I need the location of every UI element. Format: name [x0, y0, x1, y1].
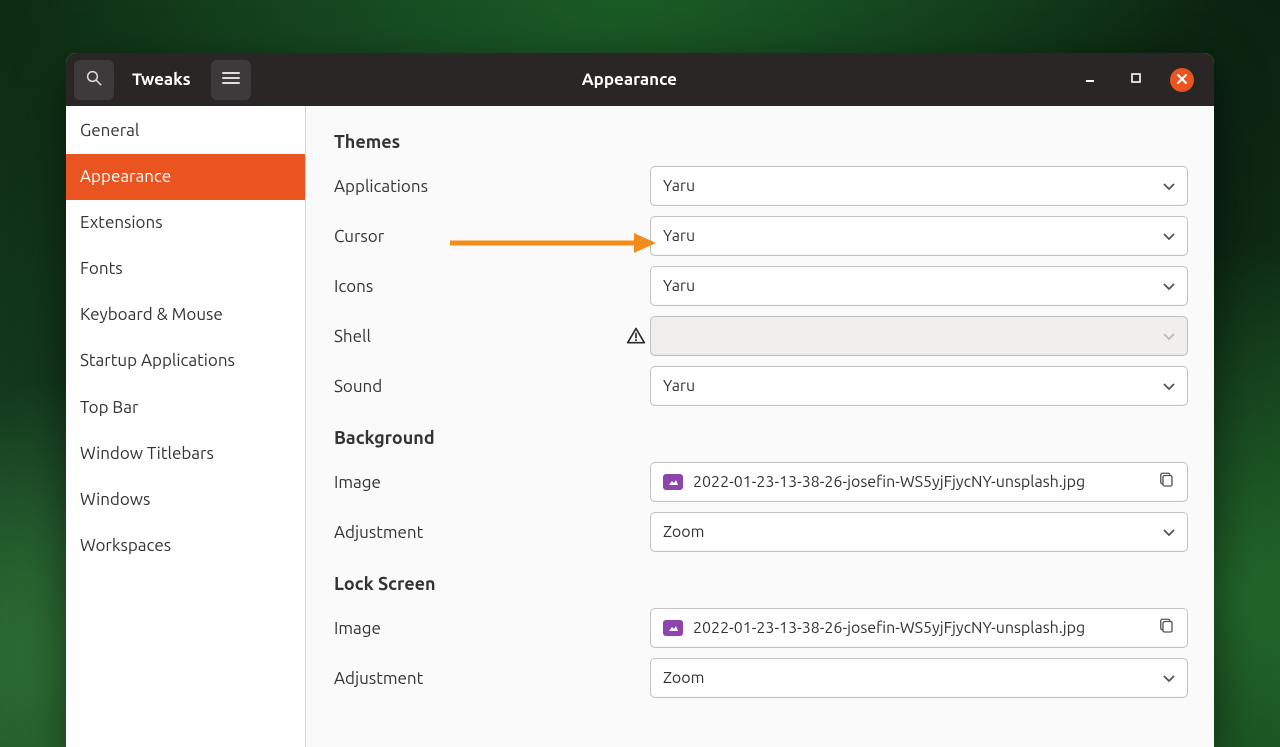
hamburger-icon [222, 71, 240, 89]
row-lock-image: Image 2022-01-23-13-38-26-josefin-WS5yjF… [334, 608, 1188, 648]
shell-label: Shell [334, 327, 650, 346]
sidebar-item-label: Appearance [80, 167, 171, 186]
sidebar-item-window-titlebars[interactable]: Window Titlebars [66, 431, 305, 477]
page-title: Appearance [261, 70, 1078, 89]
close-icon [1176, 71, 1188, 89]
titlebar: Tweaks Appearance [66, 53, 1214, 106]
sidebar-item-label: Window Titlebars [80, 444, 214, 463]
maximize-icon [1129, 71, 1143, 89]
applications-label: Applications [334, 177, 650, 196]
content-panel: Themes Applications Yaru Cursor [306, 106, 1214, 747]
search-icon [85, 69, 103, 91]
chevron-down-icon [1163, 227, 1175, 245]
sidebar-item-label: Fonts [80, 259, 123, 278]
sidebar-item-label: Windows [80, 490, 150, 509]
image-file-icon [663, 474, 683, 490]
sound-label: Sound [334, 377, 650, 396]
shell-combo [650, 316, 1188, 356]
background-image-chooser[interactable]: 2022-01-23-13-38-26-josefin-WS5yjFjycNY-… [650, 462, 1188, 502]
row-shell: Shell [334, 316, 1188, 356]
sidebar-item-windows[interactable]: Windows [66, 477, 305, 523]
background-heading: Background [334, 428, 1188, 448]
icons-combo[interactable]: Yaru [650, 266, 1188, 306]
sidebar-item-fonts[interactable]: Fonts [66, 246, 305, 292]
warning-icon [626, 326, 646, 346]
cursor-value: Yaru [663, 227, 1163, 245]
sidebar-item-top-bar[interactable]: Top Bar [66, 385, 305, 431]
background-image-label: Image [334, 473, 650, 492]
sound-combo[interactable]: Yaru [650, 366, 1188, 406]
themes-heading: Themes [334, 132, 1188, 152]
lock-image-label: Image [334, 619, 650, 638]
chevron-down-icon [1163, 277, 1175, 295]
cursor-combo[interactable]: Yaru [650, 216, 1188, 256]
icons-value: Yaru [663, 277, 1163, 295]
sidebar-item-startup-applications[interactable]: Startup Applications [66, 338, 305, 384]
row-icons: Icons Yaru [334, 266, 1188, 306]
sidebar-item-appearance[interactable]: Appearance [66, 154, 305, 200]
minimize-icon [1083, 71, 1097, 89]
sidebar-item-label: Top Bar [80, 398, 138, 417]
background-adjustment-value: Zoom [663, 523, 1163, 541]
sidebar-item-general[interactable]: General [66, 108, 305, 154]
chevron-down-icon [1163, 377, 1175, 395]
image-file-icon [663, 620, 683, 636]
chevron-down-icon [1163, 669, 1175, 687]
sidebar-item-label: Workspaces [80, 536, 171, 555]
desktop-wallpaper: Tweaks Appearance [0, 0, 1280, 747]
minimize-button[interactable] [1078, 68, 1102, 92]
close-button[interactable] [1170, 68, 1194, 92]
applications-combo[interactable]: Yaru [650, 166, 1188, 206]
tweaks-window: Tweaks Appearance [66, 53, 1214, 747]
lock-adjustment-label: Adjustment [334, 669, 650, 688]
background-adjustment-combo[interactable]: Zoom [650, 512, 1188, 552]
menu-button[interactable] [211, 60, 251, 100]
row-background-adjustment: Adjustment Zoom [334, 512, 1188, 552]
sidebar: General Appearance Extensions Fonts Keyb… [66, 106, 306, 747]
row-background-image: Image 2022-01-23-13-38-26-josefin-WS5yjF… [334, 462, 1188, 502]
row-sound: Sound Yaru [334, 366, 1188, 406]
search-button[interactable] [74, 60, 114, 100]
chevron-down-icon [1163, 523, 1175, 541]
row-lock-adjustment: Adjustment Zoom [334, 658, 1188, 698]
icons-label: Icons [334, 277, 650, 296]
chevron-down-icon [1163, 327, 1175, 345]
sidebar-item-extensions[interactable]: Extensions [66, 200, 305, 246]
browse-icon [1157, 617, 1175, 639]
sidebar-item-label: Extensions [80, 213, 163, 232]
sidebar-item-label: Startup Applications [80, 351, 235, 370]
sound-value: Yaru [663, 377, 1163, 395]
maximize-button[interactable] [1124, 68, 1148, 92]
lock-image-filename: 2022-01-23-13-38-26-josefin-WS5yjFjycNY-… [693, 619, 1147, 637]
background-adjustment-label: Adjustment [334, 523, 650, 542]
sidebar-item-workspaces[interactable]: Workspaces [66, 523, 305, 569]
row-cursor: Cursor Yaru [334, 216, 1188, 256]
cursor-label: Cursor [334, 227, 650, 246]
lock-screen-heading: Lock Screen [334, 574, 1188, 594]
sidebar-item-keyboard-mouse[interactable]: Keyboard & Mouse [66, 292, 305, 338]
browse-icon [1157, 471, 1175, 493]
applications-value: Yaru [663, 177, 1163, 195]
window-controls [1078, 68, 1194, 92]
chevron-down-icon [1163, 177, 1175, 195]
background-image-filename: 2022-01-23-13-38-26-josefin-WS5yjFjycNY-… [693, 473, 1147, 491]
lock-image-chooser[interactable]: 2022-01-23-13-38-26-josefin-WS5yjFjycNY-… [650, 608, 1188, 648]
lock-adjustment-combo[interactable]: Zoom [650, 658, 1188, 698]
sidebar-item-label: General [80, 121, 139, 140]
app-title: Tweaks [132, 70, 191, 89]
row-applications: Applications Yaru [334, 166, 1188, 206]
window-body: General Appearance Extensions Fonts Keyb… [66, 106, 1214, 747]
lock-adjustment-value: Zoom [663, 669, 1163, 687]
sidebar-item-label: Keyboard & Mouse [80, 305, 223, 324]
